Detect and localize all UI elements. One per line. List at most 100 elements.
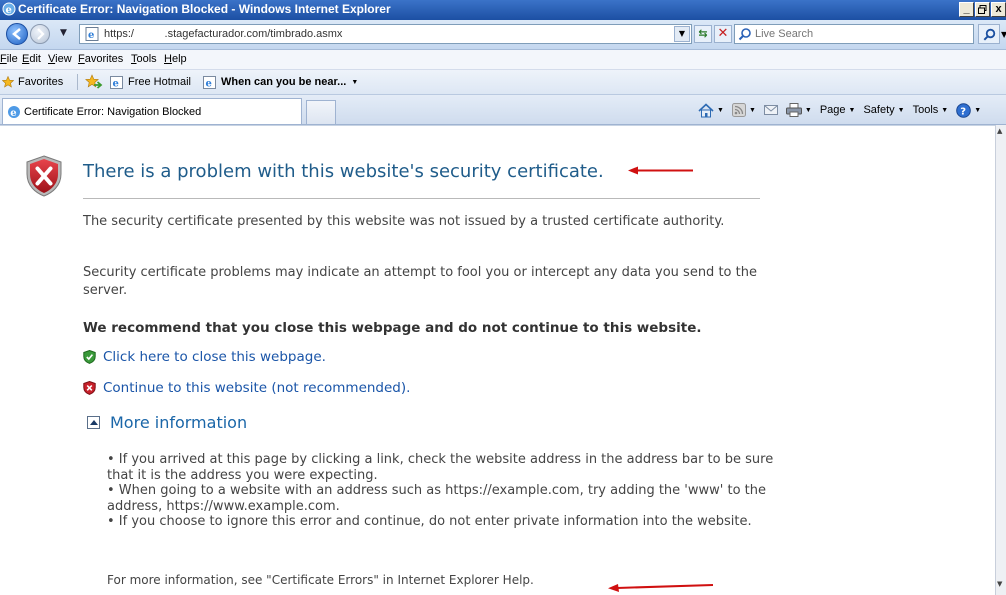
chevron-down-icon[interactable]: ▼ bbox=[941, 107, 948, 114]
address-dropdown-icon[interactable]: ▼ bbox=[674, 26, 690, 42]
page-menu-button[interactable]: Page ▼ bbox=[820, 104, 856, 116]
security-shield-error-icon bbox=[26, 155, 62, 197]
favorites-bar: Favorites e Free Hotmail e When can you … bbox=[0, 70, 1006, 95]
search-button[interactable] bbox=[978, 24, 1000, 44]
scroll-up-icon[interactable]: ▲ bbox=[997, 127, 1002, 135]
favorites-link-hotmail[interactable]: e Free Hotmail bbox=[110, 74, 191, 90]
tab-certificate-error[interactable]: e Certificate Error: Navigation Blocked bbox=[2, 98, 302, 124]
help-menu-button[interactable]: ? ▼ bbox=[956, 102, 981, 118]
forward-button[interactable] bbox=[30, 24, 50, 44]
menu-edit[interactable]: Edit bbox=[22, 53, 41, 65]
recommendation-text: We recommend that you close this webpage… bbox=[83, 320, 702, 336]
chevron-down-icon[interactable]: ▼ bbox=[849, 107, 856, 114]
close-window-button[interactable]: x bbox=[991, 2, 1006, 17]
read-mail-button[interactable] bbox=[763, 104, 778, 116]
page-ie-icon: e bbox=[85, 27, 99, 41]
annotation-arrow-icon bbox=[628, 166, 693, 175]
favorites-link-label: Free Hotmail bbox=[128, 76, 191, 88]
more-information-toggle[interactable]: More information bbox=[87, 412, 247, 432]
chevron-down-icon[interactable]: ▼ bbox=[974, 107, 981, 114]
close-webpage-action[interactable]: Click here to close this webpage. bbox=[83, 348, 326, 366]
mail-icon bbox=[763, 105, 778, 115]
page-title: There is a problem with this website's s… bbox=[83, 161, 604, 182]
back-button[interactable] bbox=[6, 23, 28, 45]
help-icon: ? bbox=[956, 102, 972, 118]
title-divider bbox=[83, 198, 760, 199]
refresh-icon: ⇆ bbox=[698, 27, 708, 40]
expand-collapse-icon[interactable] bbox=[87, 415, 100, 429]
list-item: • If you arrived at this page by clickin… bbox=[107, 452, 774, 483]
favorites-label: Favorites bbox=[18, 76, 64, 88]
ie-window: e Certificate Error: Navigation Blocked … bbox=[0, 0, 1006, 595]
annotation-arrow-icon bbox=[608, 584, 714, 592]
favorites-star-icon bbox=[2, 76, 14, 88]
close-webpage-link[interactable]: Click here to close this webpage. bbox=[103, 349, 326, 365]
green-shield-icon bbox=[83, 350, 96, 364]
printer-icon bbox=[785, 103, 802, 117]
search-box bbox=[734, 24, 974, 44]
issuer-explanation: The security certificate presented by th… bbox=[83, 214, 725, 229]
tools-menu-button[interactable]: Tools ▼ bbox=[913, 104, 949, 116]
menu-file[interactable]: File bbox=[0, 53, 18, 65]
more-information-label: More information bbox=[110, 412, 248, 432]
menu-tools[interactable]: Tools bbox=[131, 53, 157, 65]
safety-menu-button[interactable]: Safety ▼ bbox=[863, 104, 904, 116]
chevron-down-icon[interactable]: ▼ bbox=[749, 107, 756, 114]
svg-text:?: ? bbox=[961, 106, 967, 117]
recent-pages-dropdown-icon[interactable]: ▼ bbox=[60, 28, 67, 38]
menu-favorites[interactable]: Favorites bbox=[78, 53, 123, 65]
restore-button[interactable] bbox=[975, 2, 990, 17]
rss-feed-icon bbox=[731, 103, 746, 117]
home-icon bbox=[698, 102, 714, 117]
home-button[interactable]: ▼ bbox=[698, 102, 724, 118]
address-toolbar: ▼ e ▼ ⇆ ✕ ▼ bbox=[0, 20, 1006, 50]
print-button[interactable]: ▼ bbox=[785, 103, 812, 117]
search-icon bbox=[983, 28, 996, 41]
address-box: e ▼ bbox=[79, 24, 692, 44]
continue-website-action[interactable]: Continue to this website (not recommende… bbox=[83, 379, 410, 397]
search-input[interactable] bbox=[755, 26, 965, 42]
red-shield-icon bbox=[83, 381, 96, 395]
ie-logo-icon: e bbox=[2, 2, 16, 16]
vertical-scrollbar[interactable]: ▲ ▼ bbox=[995, 125, 1006, 595]
favorites-button[interactable]: Favorites bbox=[2, 74, 63, 90]
feeds-button[interactable]: ▼ bbox=[731, 103, 756, 117]
tools-menu-label: Tools bbox=[912, 104, 939, 116]
refresh-button[interactable]: ⇆ bbox=[694, 25, 712, 43]
add-to-favorites-bar-icon[interactable] bbox=[83, 74, 103, 90]
page-content: There is a problem with this website's s… bbox=[0, 125, 995, 595]
menu-help[interactable]: Help bbox=[164, 53, 187, 65]
favorites-link-label: When can you be near... bbox=[221, 76, 347, 88]
chevron-down-icon[interactable]: ▼ bbox=[805, 107, 812, 114]
tab-bar: e Certificate Error: Navigation Blocked … bbox=[0, 95, 1006, 125]
help-reference: For more information, see "Certificate E… bbox=[107, 573, 534, 587]
ie-tab-icon: e bbox=[8, 106, 20, 119]
stop-button[interactable]: ✕ bbox=[714, 25, 732, 43]
svg-text:e: e bbox=[88, 30, 94, 41]
live-search-icon bbox=[738, 28, 751, 41]
new-tab-button[interactable] bbox=[306, 100, 336, 124]
menu-view[interactable]: View bbox=[48, 53, 72, 65]
favorites-divider bbox=[77, 74, 78, 90]
stop-icon: ✕ bbox=[717, 26, 729, 41]
continue-website-link[interactable]: Continue to this website (not recommende… bbox=[103, 380, 410, 396]
tab-label: Certificate Error: Navigation Blocked bbox=[24, 106, 202, 118]
favorites-link-near[interactable]: e When can you be near... ▼ bbox=[203, 74, 358, 90]
minimize-button[interactable]: _ bbox=[959, 2, 974, 17]
restore-icon bbox=[978, 5, 987, 14]
more-information-list: • If you arrived at this page by clickin… bbox=[107, 452, 787, 530]
ie-page-icon: e bbox=[203, 75, 216, 89]
svg-text:e: e bbox=[113, 78, 119, 89]
scroll-down-icon[interactable]: ▼ bbox=[997, 580, 1002, 588]
list-item: • When going to a website with an addres… bbox=[107, 483, 766, 514]
chevron-down-icon[interactable]: ▼ bbox=[351, 79, 358, 86]
ie-page-icon: e bbox=[110, 75, 123, 89]
page-menu-label: Page bbox=[819, 104, 846, 116]
chevron-down-icon[interactable]: ▼ bbox=[898, 107, 905, 114]
window-controls: _ x bbox=[958, 2, 1006, 18]
svg-text:e: e bbox=[206, 78, 212, 89]
chevron-down-icon[interactable]: ▼ bbox=[717, 107, 724, 114]
search-options-dropdown-icon[interactable]: ▼ bbox=[1001, 30, 1006, 39]
safety-menu-label: Safety bbox=[863, 104, 895, 116]
address-input[interactable] bbox=[104, 26, 644, 42]
